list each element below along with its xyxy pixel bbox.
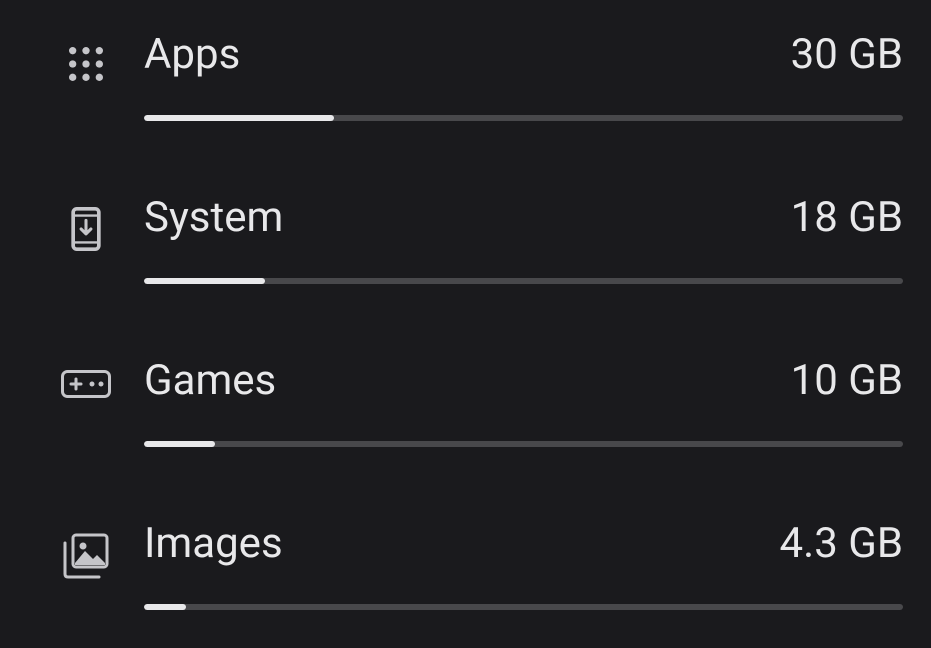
category-size: 4.3 GB [780,519,903,568]
gamepad-icon [28,356,144,398]
storage-item-games[interactable]: Games 10 GB [28,356,903,447]
category-size: 18 GB [791,193,903,242]
category-label: System [144,193,283,242]
progress-bar [144,278,903,284]
category-label: Games [144,356,276,405]
category-label: Apps [144,30,240,79]
category-size: 10 GB [791,356,903,405]
storage-item-images[interactable]: Images 4.3 GB [28,519,903,610]
progress-fill [144,441,215,447]
storage-item-apps[interactable]: Apps 30 GB [28,30,903,121]
progress-bar [144,115,903,121]
storage-item-system[interactable]: System 18 GB [28,193,903,284]
apps-grid-icon [28,30,144,84]
progress-fill [144,115,334,121]
progress-fill [144,604,186,610]
phone-update-icon [28,193,144,251]
category-size: 30 GB [791,30,903,79]
progress-bar [144,604,903,610]
photo-library-icon [28,519,144,579]
category-label: Images [144,519,283,568]
progress-fill [144,278,265,284]
progress-bar [144,441,903,447]
